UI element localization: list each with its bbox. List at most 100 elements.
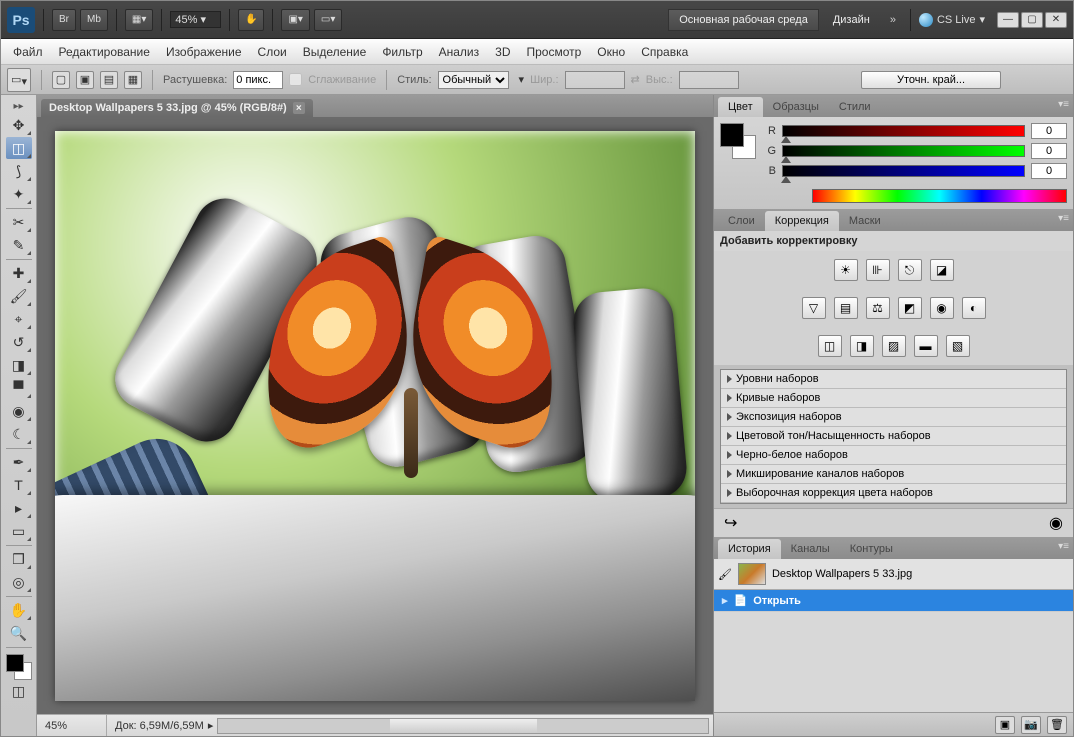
bridge-button[interactable]: Br xyxy=(52,9,76,31)
adj-clip-icon[interactable]: ◉ xyxy=(1049,513,1063,533)
view-extras-button[interactable]: ▦▾ xyxy=(125,9,153,31)
menu-layers[interactable]: Слои xyxy=(250,41,295,63)
preset-selective-color[interactable]: Выборочная коррекция цвета наборов xyxy=(721,484,1066,503)
adj-hue-icon[interactable]: ▤ xyxy=(834,297,858,319)
marquee-tool[interactable]: ◫ xyxy=(6,137,32,159)
3d-tool[interactable]: ❒ xyxy=(6,548,32,570)
eyedropper-tool[interactable]: ✎ xyxy=(6,234,32,256)
tab-paths[interactable]: Контуры xyxy=(840,539,903,559)
window-maximize-button[interactable]: ▢ xyxy=(1021,12,1043,28)
menu-select[interactable]: Выделение xyxy=(295,41,375,63)
r-slider[interactable] xyxy=(782,125,1025,137)
horizontal-scrollbar[interactable] xyxy=(217,718,709,734)
screen-mode-button[interactable]: ▭▾ xyxy=(314,9,342,31)
preset-hue-sat[interactable]: Цветовой тон/Насыщенность наборов xyxy=(721,427,1066,446)
history-brush-marker-icon[interactable]: ▸ xyxy=(722,594,728,607)
menu-3d[interactable]: 3D xyxy=(487,41,518,63)
tab-swatches[interactable]: Образцы xyxy=(763,97,829,117)
tab-adjustments[interactable]: Коррекция xyxy=(765,211,839,231)
healing-tool[interactable]: ✚ xyxy=(6,262,32,284)
hand-tool-button[interactable]: ✋ xyxy=(238,9,264,31)
workspace-essentials[interactable]: Основная рабочая среда xyxy=(668,9,819,31)
tab-styles[interactable]: Стили xyxy=(829,97,881,117)
tab-masks[interactable]: Маски xyxy=(839,211,891,231)
tab-channels[interactable]: Каналы xyxy=(781,539,840,559)
history-brush-source-icon[interactable]: 🖌 xyxy=(718,568,732,581)
tool-preset-button[interactable]: ▭▾ xyxy=(7,68,31,92)
cs-live-button[interactable]: CS Live ▾ xyxy=(919,13,985,27)
workspace-more-icon[interactable]: » xyxy=(884,14,902,26)
adj-threshold-icon[interactable]: ▨ xyxy=(882,335,906,357)
tab-layers[interactable]: Слои xyxy=(718,211,765,231)
hue-bar[interactable] xyxy=(812,189,1067,203)
g-slider[interactable] xyxy=(782,145,1025,157)
adj-channelmixer-icon[interactable]: ◐ xyxy=(962,297,986,319)
adj-selectivecolor-icon[interactable]: ▧ xyxy=(946,335,970,357)
g-value-input[interactable] xyxy=(1031,143,1067,159)
eraser-tool[interactable]: ◨ xyxy=(6,354,32,376)
zoom-select[interactable]: 45% ▾ xyxy=(170,11,221,28)
preset-levels[interactable]: Уровни наборов xyxy=(721,370,1066,389)
r-value-input[interactable] xyxy=(1031,123,1067,139)
toolbox-collapse-icon[interactable]: ▸▸ xyxy=(13,101,23,112)
menu-edit[interactable]: Редактирование xyxy=(51,41,158,63)
adjust-preset-list[interactable]: Уровни наборов Кривые наборов Экспозиция… xyxy=(720,369,1067,504)
document-tab-close-icon[interactable]: × xyxy=(293,102,305,114)
adj-gradientmap-icon[interactable]: ▬ xyxy=(914,335,938,357)
menu-analysis[interactable]: Анализ xyxy=(431,41,488,63)
adj-invert-icon[interactable]: ◫ xyxy=(818,335,842,357)
history-new-doc-button[interactable]: ▣ xyxy=(995,716,1015,734)
history-snapshot[interactable]: 🖌 Desktop Wallpapers 5 33.jpg xyxy=(714,559,1073,590)
selection-new-icon[interactable]: ▢ xyxy=(52,71,70,89)
workspace-design[interactable]: Дизайн xyxy=(823,10,880,30)
selection-intersect-icon[interactable]: ▦ xyxy=(124,71,142,89)
crop-tool[interactable]: ✂ xyxy=(6,211,32,233)
quickmask-button[interactable]: ◫ xyxy=(6,680,32,702)
document-tab[interactable]: Desktop Wallpapers 5 33.jpg @ 45% (RGB/8… xyxy=(41,99,313,117)
adj-colorbalance-icon[interactable]: ⚖ xyxy=(866,297,890,319)
adj-levels-icon[interactable]: ⊪ xyxy=(866,259,890,281)
preset-exposure[interactable]: Экспозиция наборов xyxy=(721,408,1066,427)
menu-filter[interactable]: Фильтр xyxy=(374,41,430,63)
stamp-tool[interactable]: ⌖ xyxy=(6,308,32,330)
menu-help[interactable]: Справка xyxy=(633,41,696,63)
menu-image[interactable]: Изображение xyxy=(158,41,250,63)
b-slider[interactable] xyxy=(782,165,1025,177)
b-value-input[interactable] xyxy=(1031,163,1067,179)
color-panel-menu-icon[interactable]: ▾≡ xyxy=(1058,99,1069,110)
zoom-tool[interactable]: 🔍 xyxy=(6,622,32,644)
status-zoom[interactable]: 45% xyxy=(37,715,107,736)
status-docsize[interactable]: Док: 6,59M/6,59M▸ xyxy=(107,719,213,732)
move-tool[interactable]: ✥ xyxy=(6,114,32,136)
adj-brightness-icon[interactable]: ☀ xyxy=(834,259,858,281)
gradient-tool[interactable]: ▀ xyxy=(6,377,32,399)
refine-edge-button[interactable]: Уточн. край... xyxy=(861,71,1001,89)
adj-bw-icon[interactable]: ◩ xyxy=(898,297,922,319)
history-panel-menu-icon[interactable]: ▾≡ xyxy=(1058,541,1069,552)
foreground-color-swatch[interactable] xyxy=(6,654,24,672)
adj-exposure-icon[interactable]: ◪ xyxy=(930,259,954,281)
menu-window[interactable]: Окно xyxy=(589,41,633,63)
arrange-docs-button[interactable]: ▣▾ xyxy=(281,9,309,31)
history-snapshot-button[interactable]: 📷 xyxy=(1021,716,1041,734)
color-swatches[interactable] xyxy=(6,654,32,680)
adj-vibrance-icon[interactable]: ▽ xyxy=(802,297,826,319)
window-minimize-button[interactable]: — xyxy=(997,12,1019,28)
type-tool[interactable]: T xyxy=(6,474,32,496)
selection-add-icon[interactable]: ▣ xyxy=(76,71,94,89)
dodge-tool[interactable]: ☾ xyxy=(6,423,32,445)
3d-camera-tool[interactable]: ◎ xyxy=(6,571,32,593)
color-panel-swatches[interactable] xyxy=(720,123,756,159)
photoshop-logo[interactable]: Ps xyxy=(7,7,35,33)
lasso-tool[interactable]: ⟆ xyxy=(6,160,32,182)
preset-channel-mixer[interactable]: Микширование каналов наборов xyxy=(721,465,1066,484)
history-delete-button[interactable]: 🗑 xyxy=(1047,716,1067,734)
shape-tool[interactable]: ▭ xyxy=(6,520,32,542)
path-select-tool[interactable]: ▸ xyxy=(6,497,32,519)
hand-tool[interactable]: ✋ xyxy=(6,599,32,621)
pen-tool[interactable]: ✒ xyxy=(6,451,32,473)
history-brush-tool[interactable]: ↺ xyxy=(6,331,32,353)
adj-posterize-icon[interactable]: ◨ xyxy=(850,335,874,357)
tab-color[interactable]: Цвет xyxy=(718,97,763,117)
adj-photofilter-icon[interactable]: ◉ xyxy=(930,297,954,319)
